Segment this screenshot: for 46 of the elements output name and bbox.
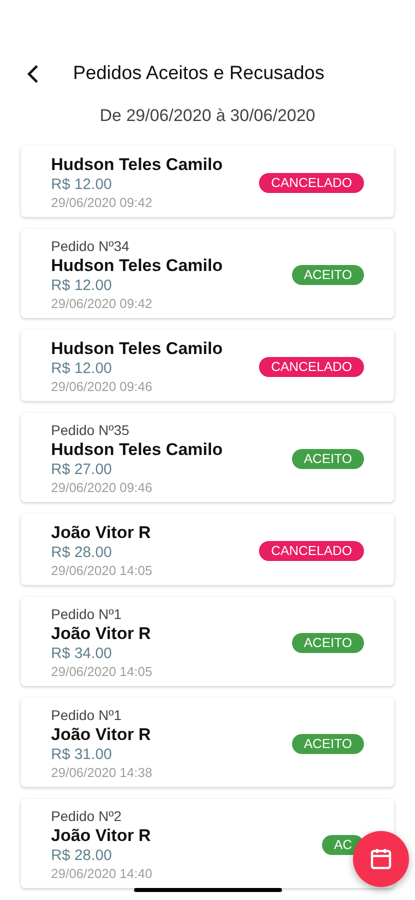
- order-price: R$ 27.00: [51, 460, 113, 479]
- status-badge: ACEITO: [292, 264, 364, 284]
- page-title: Pedidos Aceitos e Recusados: [73, 62, 324, 86]
- customer-name: João Vitor R: [51, 522, 152, 543]
- customer-name: Hudson Teles Camilo: [51, 255, 223, 276]
- order-datetime: 29/06/2020 09:46: [51, 378, 154, 395]
- customer-name: Hudson Teles Camilo: [51, 338, 223, 359]
- customer-name: João Vitor R: [51, 724, 152, 745]
- order-datetime: 29/06/2020 14:40: [51, 865, 152, 882]
- order-card[interactable]: Hudson Teles Camilo R$ 12.00 29/06/2020 09:42 CANCELADO: [21, 146, 394, 217]
- date-range: De 29/06/2020 à 30/06/2020: [100, 104, 316, 126]
- order-price: R$ 12.00: [51, 175, 113, 194]
- order-price: R$ 12.00: [51, 276, 113, 295]
- order-card[interactable]: Pedido Nº1 João Vitor R R$ 34.00 29/06/2020 14:05 ACEITO: [21, 597, 394, 686]
- order-price: R$ 28.00: [51, 543, 113, 562]
- customer-name: João Vitor R: [51, 623, 152, 644]
- order-card[interactable]: Pedido Nº1 João Vitor R R$ 31.00 29/06/2020 14:38 ACEITO: [21, 698, 394, 787]
- order-datetime: 29/06/2020 09:42: [51, 194, 154, 211]
- customer-name: João Vitor R: [51, 825, 152, 846]
- order-price: R$ 31.00: [51, 745, 113, 764]
- order-card[interactable]: Hudson Teles Camilo R$ 12.00 29/06/2020 09:46 CANCELADO: [21, 330, 394, 401]
- order-card[interactable]: João Vitor R R$ 28.00 29/06/2020 14:05 CANCELADO: [21, 514, 394, 585]
- status-badge: ACEITO: [292, 448, 364, 468]
- order-datetime: 29/06/2020 09:42: [51, 295, 154, 312]
- order-number: Pedido Nº2: [51, 807, 122, 825]
- order-number: Pedido Nº35: [51, 421, 130, 439]
- order-datetime: 29/06/2020 14:05: [51, 562, 152, 579]
- order-datetime: 29/06/2020 09:46: [51, 479, 154, 496]
- order-card[interactable]: Pedido Nº34 Hudson Teles Camilo R$ 12.00 29/06/2020 09:42 ACEITO: [21, 229, 394, 318]
- order-number: Pedido Nº1: [51, 605, 122, 623]
- status-badge: ACEITO: [292, 734, 364, 754]
- status-badge: CANCELADO: [259, 172, 364, 192]
- order-number: Pedido Nº34: [51, 237, 130, 255]
- customer-name: Hudson Teles Camilo: [51, 154, 223, 175]
- order-price: R$ 34.00: [51, 644, 113, 663]
- status-badge: ACEITO: [292, 632, 364, 652]
- order-card[interactable]: Pedido Nº2 João Vitor R R$ 28.00 29/06/2020 14:40 AC: [21, 799, 394, 888]
- order-price: R$ 12.00: [51, 359, 113, 378]
- order-datetime: 29/06/2020 14:05: [51, 663, 152, 680]
- order-datetime: 29/06/2020 14:38: [51, 764, 152, 781]
- order-number: Pedido Nº1: [51, 706, 122, 724]
- customer-name: Hudson Teles Camilo: [51, 439, 223, 460]
- status-badge: CANCELADO: [259, 356, 364, 376]
- order-price: R$ 28.00: [51, 846, 113, 865]
- status-badge: CANCELADO: [259, 540, 364, 560]
- order-card[interactable]: Pedido Nº35 Hudson Teles Camilo R$ 27.00 29/06/2020 09:46 ACEITO: [21, 413, 394, 502]
